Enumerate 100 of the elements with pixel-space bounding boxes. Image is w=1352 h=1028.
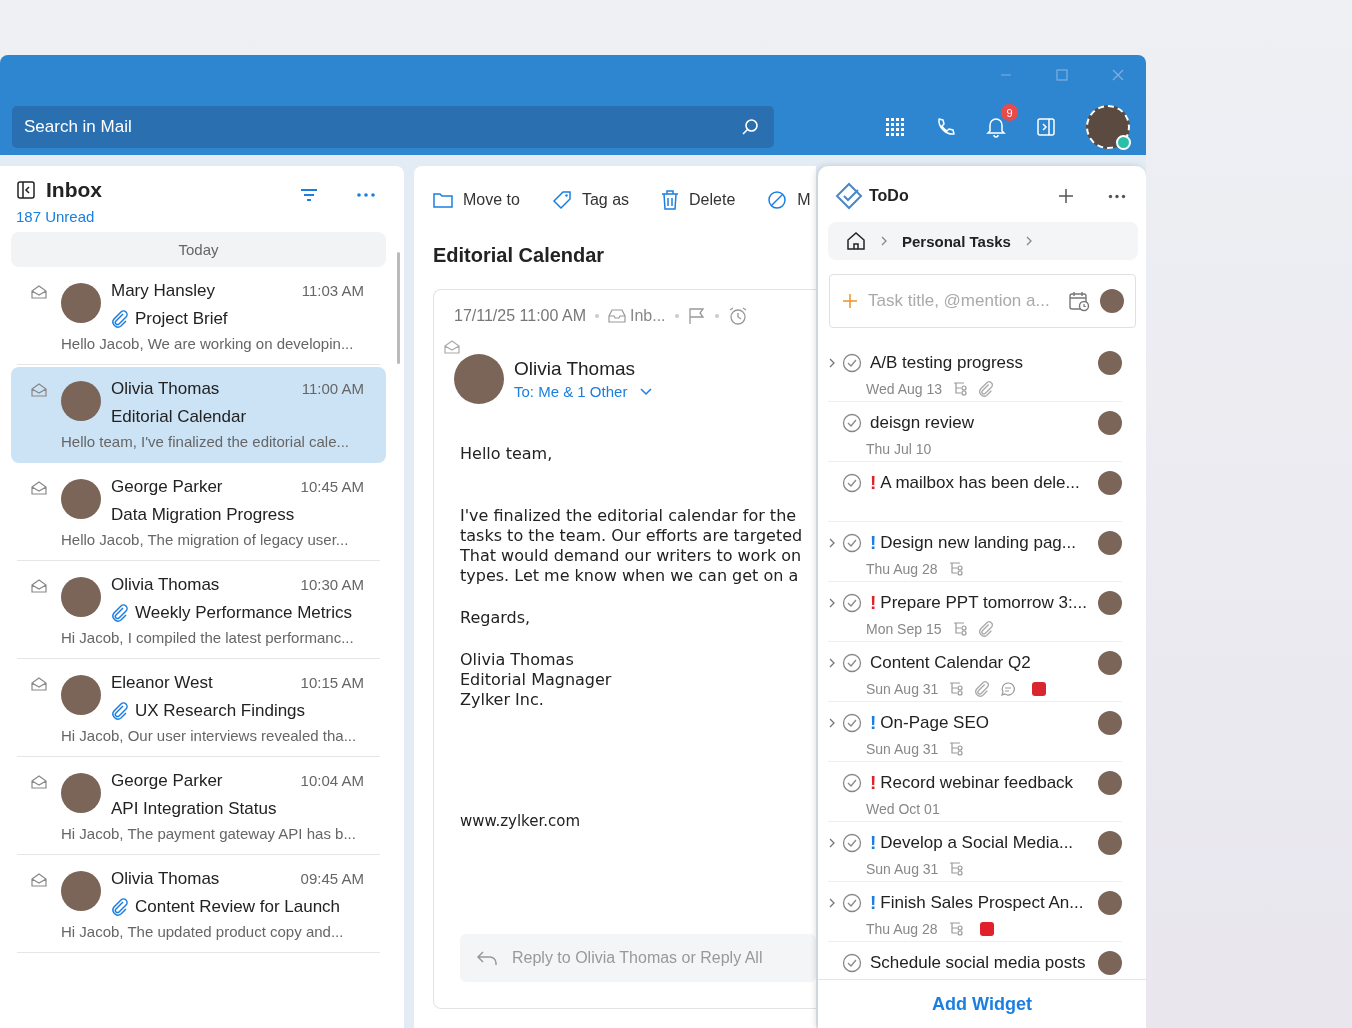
chevron-right-icon[interactable] bbox=[1024, 236, 1033, 246]
toolbar-button[interactable]: Delete bbox=[661, 190, 736, 210]
calendar-clock-icon[interactable] bbox=[1068, 290, 1090, 312]
mail-subject: Weekly Performance Metrics bbox=[135, 603, 352, 623]
mail-item[interactable]: George Parker 10:04 AM API Integration Status Hi Jacob, The payment gateway API has b... bbox=[17, 759, 380, 855]
filter-icon[interactable] bbox=[300, 188, 318, 202]
due-date: Wed Oct 01 bbox=[866, 801, 940, 817]
mail-time: 11:00 AM bbox=[301, 380, 364, 397]
complete-checkbox-icon[interactable] bbox=[842, 473, 862, 493]
mail-preview: Hello Jacob, We are working on developin... bbox=[61, 335, 355, 352]
task-title: Design new landing pag... bbox=[880, 533, 1077, 553]
folder-link[interactable]: Inb... bbox=[629, 307, 666, 325]
task-item[interactable]: A/B testing progress Wed Aug 13 bbox=[828, 342, 1122, 402]
mail-time: 09:45 AM bbox=[300, 870, 364, 887]
search-icon[interactable] bbox=[740, 117, 760, 137]
due-date: Thu Aug 28 bbox=[866, 921, 938, 937]
unread-count[interactable]: 187 Unread bbox=[11, 202, 95, 225]
home-icon[interactable] bbox=[846, 231, 866, 251]
complete-checkbox-icon[interactable] bbox=[842, 353, 862, 373]
mail-item[interactable]: Olivia Thomas 10:30 AM Weekly Performance Metrics Hi Jacob, I compiled the latest performanc... bbox=[17, 563, 380, 659]
task-title: Finish Sales Prospect An... bbox=[880, 893, 1085, 913]
mail-item[interactable]: George Parker 10:45 AM Data Migration Progress Hello Jacob, The migration of legacy user... bbox=[17, 465, 380, 561]
toolbar-button[interactable]: Tag as bbox=[551, 190, 630, 210]
mail-time: 10:15 AM bbox=[300, 674, 364, 691]
block-icon bbox=[767, 190, 788, 210]
body-text: I've finalized the editorial calendar for the bbox=[460, 506, 798, 526]
flag-icon[interactable] bbox=[687, 307, 706, 325]
search-field[interactable]: Search in Mail bbox=[12, 106, 774, 148]
folder-title: Inbox bbox=[46, 178, 102, 202]
breadcrumb-item[interactable]: Personal Tasks bbox=[902, 232, 1011, 250]
toolbar-button[interactable]: M bbox=[767, 190, 811, 210]
task-title: A/B testing progress bbox=[870, 353, 1025, 373]
mail-time: 10:04 AM bbox=[300, 772, 364, 789]
priority-mark: ! bbox=[870, 472, 877, 494]
task-title: Content Calendar Q2 bbox=[870, 653, 1032, 673]
task-item[interactable]: ! Design new landing pag... Thu Aug 28 bbox=[828, 522, 1122, 582]
task-item[interactable]: ! Record webinar feedback Wed Oct 01 bbox=[828, 762, 1122, 822]
mail-item[interactable]: Mary Hansley 11:03 AM Project Brief Hello Jacob, We are working on developin... bbox=[17, 269, 380, 365]
due-date: Thu Aug 28 bbox=[866, 561, 938, 577]
body-text: Zylker Inc. bbox=[460, 690, 545, 710]
expand-chevron-icon[interactable] bbox=[828, 898, 836, 908]
task-item[interactable]: ! A mailbox has been dele... bbox=[828, 462, 1122, 522]
task-item[interactable]: deisgn review Thu Jul 10 bbox=[828, 402, 1122, 462]
mail-subject: Project Brief bbox=[135, 309, 228, 329]
complete-checkbox-icon[interactable] bbox=[842, 413, 862, 433]
task-input[interactable]: Task title, @mention a... bbox=[829, 274, 1136, 328]
separator-dot bbox=[594, 314, 599, 318]
mail-item[interactable]: Olivia Thomas 11:00 AM Editorial Calendar Hello team, I've finalized the editorial cale... bbox=[11, 367, 386, 463]
task-item[interactable]: ! On-Page SEO Sun Aug 31 bbox=[828, 702, 1122, 762]
collapse-sidebar-icon[interactable] bbox=[16, 180, 36, 200]
chevron-down-icon[interactable] bbox=[639, 386, 654, 397]
task-item[interactable]: Schedule social media posts bbox=[828, 942, 1122, 979]
website-link[interactable]: www.zylker.com bbox=[460, 812, 581, 830]
expand-chevron-icon[interactable] bbox=[828, 538, 836, 548]
task-item[interactable]: ! Develop a Social Media... Sun Aug 31 bbox=[828, 822, 1122, 882]
task-item[interactable]: ! Finish Sales Prospect An... Thu Aug 28 bbox=[828, 882, 1122, 942]
recipients-link[interactable]: To: Me & 1 Other bbox=[514, 383, 628, 400]
mail-subject: UX Research Findings bbox=[135, 701, 306, 721]
mail-subject-heading: Editorial Calendar bbox=[433, 244, 606, 267]
complete-checkbox-icon[interactable] bbox=[842, 953, 862, 973]
apps-grid-icon[interactable] bbox=[886, 118, 904, 136]
assignee-avatar bbox=[1098, 711, 1122, 735]
mail-date: 17/11/25 11:00 AM bbox=[454, 307, 586, 325]
expand-chevron-icon[interactable] bbox=[828, 658, 836, 668]
expand-chevron-icon[interactable] bbox=[828, 838, 836, 848]
expand-chevron-icon[interactable] bbox=[828, 718, 836, 728]
complete-checkbox-icon[interactable] bbox=[842, 713, 862, 733]
plus-icon bbox=[842, 293, 858, 309]
due-date: Wed Aug 13 bbox=[866, 381, 943, 397]
mail-item[interactable]: Olivia Thomas 09:45 AM Content Review for Launch Hi Jacob, The updated product copy and... bbox=[17, 857, 380, 953]
add-icon[interactable] bbox=[1058, 188, 1074, 204]
task-item[interactable]: Content Calendar Q2 Sun Aug 31 bbox=[828, 642, 1122, 702]
assignee-avatar bbox=[1098, 891, 1122, 915]
complete-checkbox-icon[interactable] bbox=[842, 773, 862, 793]
expand-chevron-icon[interactable] bbox=[828, 598, 836, 608]
add-widget-button[interactable]: Add Widget bbox=[932, 993, 1032, 1015]
separator-dot bbox=[714, 314, 719, 318]
toolbar-button[interactable]: Move to bbox=[433, 190, 520, 210]
side-panel-icon[interactable] bbox=[1036, 117, 1056, 137]
complete-checkbox-icon[interactable] bbox=[842, 653, 862, 673]
expand-chevron-icon[interactable] bbox=[828, 358, 836, 368]
more-icon[interactable] bbox=[356, 192, 376, 198]
complete-checkbox-icon[interactable] bbox=[842, 593, 862, 613]
priority-mark: ! bbox=[870, 832, 877, 854]
avatar bbox=[61, 283, 101, 323]
mail-item[interactable]: Eleanor West 10:15 AM UX Research Findings Hi Jacob, Our user interviews revealed tha... bbox=[17, 661, 380, 757]
complete-checkbox-icon[interactable] bbox=[842, 893, 862, 913]
more-icon[interactable] bbox=[1108, 193, 1126, 199]
complete-checkbox-icon[interactable] bbox=[842, 833, 862, 853]
alarm-clock-icon[interactable] bbox=[727, 306, 748, 326]
complete-checkbox-icon[interactable] bbox=[842, 533, 862, 553]
profile-avatar[interactable] bbox=[1086, 105, 1130, 149]
mail-preview: Hi Jacob, The updated product copy and... bbox=[61, 923, 345, 940]
task-title: Prepare PPT tomorrow 3:... bbox=[880, 593, 1088, 613]
avatar bbox=[61, 675, 101, 715]
notification-badge: 9 bbox=[1001, 104, 1018, 121]
bell-icon[interactable] bbox=[986, 116, 1006, 138]
task-title: Schedule social media posts bbox=[870, 953, 1087, 973]
task-item[interactable]: ! Prepare PPT tomorrow 3:... Mon Sep 15 bbox=[828, 582, 1122, 642]
assignee-avatar bbox=[1098, 411, 1122, 435]
